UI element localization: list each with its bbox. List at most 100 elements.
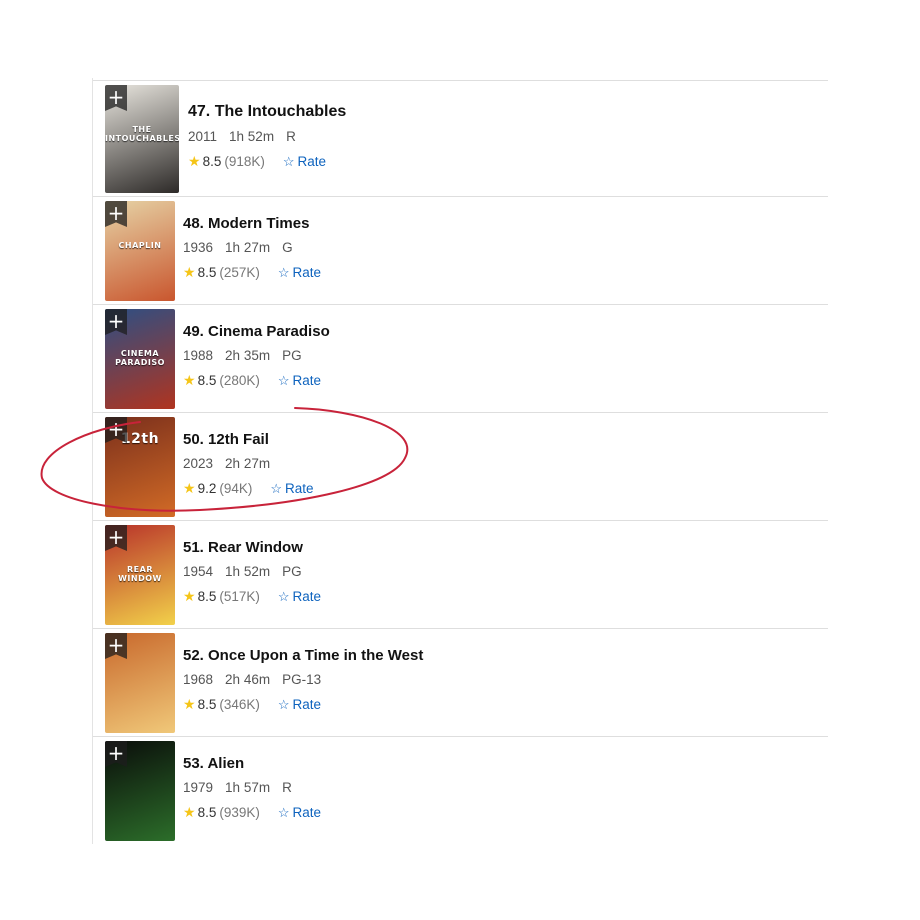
movie-metadata: 1968 2h 46m PG-13 (183, 672, 423, 687)
rate-button[interactable]: ☆ Rate (278, 589, 321, 605)
imdb-rating: 8.5 (197, 373, 217, 388)
list-item[interactable]: CINEMA PARADISO + 49. Cinema Paradiso 1988 2… (93, 304, 828, 412)
movie-certificate: PG (282, 348, 302, 363)
movie-metadata: 1988 2h 35m PG (183, 348, 330, 363)
rating-line: ★ 8.5 (280K) ☆ Rate (183, 372, 330, 389)
poster-caption: CINEMA PARADISO (115, 349, 165, 367)
movie-metadata: 2023 2h 27m (183, 456, 314, 471)
movie-info: 50. 12th Fail 2023 2h 27m ★ 9.2 (94K) ☆ Rate (183, 431, 314, 497)
movie-info: 48. Modern Times 1936 1h 27m G ★ 8.5 (257K) ☆ Ra… (183, 215, 321, 281)
movie-info: 52. Once Upon a Time in the West 1968 2h 4… (183, 647, 423, 713)
outline-star-icon: ☆ (277, 804, 290, 820)
star-icon: ★ (183, 696, 196, 712)
poster-image[interactable]: THE INTOUCHABLES + (105, 85, 179, 193)
star-icon: ★ (183, 480, 196, 496)
vote-count: (939K) (219, 805, 260, 820)
movie-certificate: R (286, 129, 296, 144)
movie-title-link[interactable]: 52. Once Upon a Time in the West (183, 647, 423, 664)
outline-star-icon: ☆ (277, 264, 290, 280)
movie-certificate: PG-13 (282, 672, 322, 687)
movie-runtime: 2h 46m (225, 672, 271, 687)
movie-title-link[interactable]: 51. Rear Window (183, 539, 321, 556)
movie-info: 51. Rear Window 1954 1h 52m PG ★ 8.5 (517K) ☆ Ra… (183, 539, 321, 605)
movie-runtime: 2h 27m (225, 456, 271, 471)
movie-year: 1936 (183, 240, 214, 255)
movie-metadata: 1979 1h 57m R (183, 780, 321, 795)
rate-button[interactable]: ☆ Rate (278, 373, 321, 389)
imdb-rating: 8.5 (197, 265, 217, 280)
rating-line: ★ 9.2 (94K) ☆ Rate (183, 480, 314, 497)
star-icon: ★ (188, 153, 201, 169)
poster-caption: THE INTOUCHABLES (105, 125, 179, 143)
poster-image[interactable]: CINEMA PARADISO + (105, 309, 175, 409)
imdb-rating: 8.5 (202, 154, 222, 169)
poster-caption: REAR WINDOW (118, 565, 162, 583)
movie-list: THE INTOUCHABLES +47. The Intouchables 201… (93, 80, 828, 844)
vote-count: (94K) (219, 481, 253, 496)
movie-title-link[interactable]: 53. Alien (183, 755, 321, 772)
movie-certificate: PG (282, 564, 302, 579)
vote-count: (257K) (219, 265, 260, 280)
movie-info: 53. Alien 1979 1h 57m R ★ 8.5 (939K) ☆ Rate (183, 755, 321, 821)
movie-runtime: 2h 35m (225, 348, 271, 363)
movie-year: 1979 (183, 780, 214, 795)
outline-star-icon: ☆ (277, 372, 290, 388)
movie-runtime: 1h 52m (225, 564, 271, 579)
vote-count: (346K) (219, 697, 260, 712)
rate-label: Rate (292, 805, 322, 820)
vote-count: (918K) (224, 154, 265, 169)
rate-label: Rate (292, 697, 322, 712)
rating-line: ★ 8.5 (517K) ☆ Rate (183, 588, 321, 605)
movie-title-link[interactable]: 47. The Intouchables (188, 103, 346, 121)
rate-button[interactable]: ☆ Rate (270, 481, 313, 497)
poster-image[interactable]: REAR WINDOW + (105, 525, 175, 625)
rate-label: Rate (285, 481, 314, 496)
list-item[interactable]: 12th + 50. 12th Fail 2023 2h 27m ★ 9.2 (94K) ☆ Ra… (93, 412, 828, 520)
imdb-rating: 8.5 (197, 697, 217, 712)
rating-line: ★ 8.5 (257K) ☆ Rate (183, 264, 321, 281)
rate-button[interactable]: ☆ Rate (278, 697, 321, 713)
star-icon: ★ (183, 264, 196, 280)
rate-label: Rate (297, 154, 327, 169)
screen: THE INTOUCHABLES +47. The Intouchables 201… (0, 0, 920, 920)
list-item[interactable]: +52. Once Upon a Time in the West 1968 2h … (93, 628, 828, 736)
movie-title-link[interactable]: 50. 12th Fail (183, 431, 314, 448)
rating-line: ★ 8.5 (939K) ☆ Rate (183, 804, 321, 821)
list-item[interactable]: REAR WINDOW + 51. Rear Window 1954 1h 52m PG ★… (93, 520, 828, 628)
outline-star-icon: ☆ (282, 153, 295, 169)
star-icon: ★ (183, 372, 196, 388)
movie-year: 1954 (183, 564, 214, 579)
movie-year: 1988 (183, 348, 214, 363)
list-item[interactable]: THE INTOUCHABLES + 47. The Intouchables 201… (93, 80, 828, 196)
movie-title-link[interactable]: 48. Modern Times (183, 215, 321, 232)
movie-info: 47. The Intouchables 2011 1h 52m R ★ 8.5 (918K… (188, 103, 346, 170)
movie-year: 1968 (183, 672, 214, 687)
movie-runtime: 1h 57m (225, 780, 271, 795)
vote-count: (280K) (219, 373, 260, 388)
rating-line: ★ 8.5 (346K) ☆ Rate (183, 696, 423, 713)
movie-year: 2011 (188, 129, 218, 144)
movie-certificate: R (282, 780, 292, 795)
rate-label: Rate (292, 373, 322, 388)
vote-count: (517K) (219, 589, 260, 604)
rate-button[interactable]: ☆ Rate (283, 154, 326, 170)
movie-info: 49. Cinema Paradiso 1988 2h 35m PG ★ 8.5 (280K… (183, 323, 330, 389)
poster-image[interactable]: + (105, 633, 175, 733)
movie-title-link[interactable]: 49. Cinema Paradiso (183, 323, 330, 340)
poster-image[interactable]: + (105, 741, 175, 841)
poster-image[interactable]: CHAPLIN + (105, 201, 175, 301)
poster-image[interactable]: 12th + (105, 417, 175, 517)
list-item[interactable]: CHAPLIN + 48. Modern Times 1936 1h 27m G ★ 8.5(… (93, 196, 828, 304)
movie-metadata: 2011 1h 52m R (188, 129, 346, 144)
imdb-rating: 9.2 (197, 481, 217, 496)
rate-button[interactable]: ☆ Rate (278, 265, 321, 281)
outline-star-icon: ☆ (277, 696, 290, 712)
poster-caption: CHAPLIN (118, 241, 162, 250)
outline-star-icon: ☆ (277, 588, 290, 604)
rate-label: Rate (292, 265, 322, 280)
list-item[interactable]: +53. Alien 1979 1h 57m R ★ 8.5 (939K) ☆ Rate (93, 736, 828, 844)
rating-line: ★ 8.5 (918K) ☆ Rate (188, 153, 346, 170)
star-icon: ★ (183, 588, 196, 604)
movie-runtime: 1h 52m (229, 129, 275, 144)
rate-button[interactable]: ☆ Rate (278, 805, 321, 821)
